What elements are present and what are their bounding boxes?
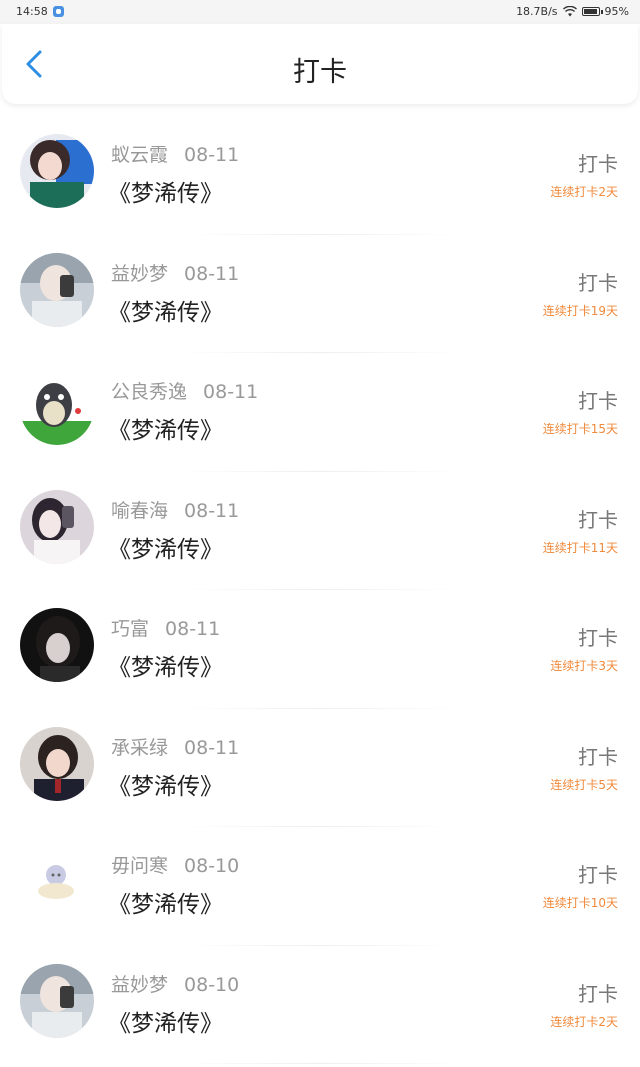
checkin-label: 打卡 [578,152,618,176]
book-title: 《梦浠传》 [108,181,223,207]
list-item[interactable]: 蚁云霞 08-11 《梦浠传》 打卡 连续打卡2天 [0,116,640,235]
avatar[interactable] [20,371,94,445]
book-title: 《梦浠传》 [108,655,223,681]
network-speed: 18.7B/s [516,5,558,18]
streak-badge: 连续打卡2天 [550,1014,618,1029]
book-title: 《梦浠传》 [108,773,223,800]
user-name: 巧富 [111,618,150,640]
user-name: 益妙梦 [111,262,169,285]
status-bar: 14:58 18.7B/s 95% [0,0,640,24]
avatar[interactable] [20,608,94,682]
book-title: 《梦浠传》 [108,299,223,326]
book-title: 《梦浠传》 [108,418,223,444]
streak-badge: 连续打卡19天 [542,303,618,318]
streak-badge: 连续打卡11天 [542,540,618,555]
user-name: 喻春海 [111,499,169,522]
user-name: 蚁云霞 [111,144,169,166]
checkin-date: 08-10 [184,855,240,877]
checkin-date: 08-11 [184,736,240,759]
list-item[interactable]: 喻春海 08-11 《梦浠传》 打卡 连续打卡11天 [0,472,640,590]
book-title: 《梦浠传》 [108,892,223,918]
divider [180,1063,460,1064]
checkin-label: 打卡 [578,981,618,1006]
user-name: 公良秀逸 [111,381,188,403]
book-title: 《梦浠传》 [108,536,223,563]
checkin-label: 打卡 [578,863,618,887]
list-item[interactable]: 公良秀逸 08-11 《梦浠传》 打卡 连续打卡15天 [0,353,640,472]
avatar[interactable] [20,489,94,564]
list-item[interactable]: 巧富 08-11 《梦浠传》 打卡 连续打卡3天 [0,590,640,709]
checkin-label: 打卡 [578,270,618,295]
checkin-list: 蚁云霞 08-11 《梦浠传》 打卡 连续打卡2天 益妙梦 08-11 《梦浠传》 … [0,116,640,1064]
book-title: 《梦浠传》 [108,1010,223,1037]
page-title: 打卡 [293,57,347,88]
top-navbar: 打卡 [2,24,638,104]
list-item[interactable]: 益妙梦 08-11 《梦浠传》 打卡 连续打卡19天 [0,235,640,353]
avatar[interactable] [20,845,94,919]
wifi-icon [562,6,577,17]
list-item[interactable]: 毋问寒 08-10 《梦浠传》 打卡 连续打卡10天 [0,827,640,946]
app-notification-icon [52,6,64,17]
checkin-date: 08-11 [165,618,221,640]
user-name: 毋问寒 [111,855,169,877]
avatar[interactable] [20,252,94,327]
list-item[interactable]: 承采绿 08-11 《梦浠传》 打卡 连续打卡5天 [0,709,640,827]
streak-badge: 连续打卡2天 [550,185,618,199]
streak-badge: 连续打卡15天 [542,422,618,436]
checkin-label: 打卡 [578,626,618,650]
user-name: 承采绿 [111,736,169,759]
streak-badge: 连续打卡3天 [550,659,618,673]
checkin-date: 08-11 [184,144,240,166]
checkin-date: 08-11 [184,262,240,285]
list-item[interactable]: 益妙梦 08-10 《梦浠传》 打卡 连续打卡2天 [0,946,640,1064]
checkin-label: 打卡 [578,389,618,413]
avatar[interactable] [20,963,94,1038]
status-time: 14:58 [16,5,48,18]
checkin-date: 08-10 [184,973,240,996]
battery-icon [581,7,603,16]
streak-badge: 连续打卡10天 [542,896,618,910]
avatar[interactable] [20,134,94,208]
avatar[interactable] [20,726,94,801]
user-name: 益妙梦 [111,973,169,996]
checkin-label: 打卡 [578,507,618,532]
checkin-label: 打卡 [578,744,618,769]
streak-badge: 连续打卡5天 [550,777,618,792]
checkin-date: 08-11 [184,499,240,522]
battery-percent: 95% [604,5,629,18]
checkin-date: 08-11 [203,381,259,403]
